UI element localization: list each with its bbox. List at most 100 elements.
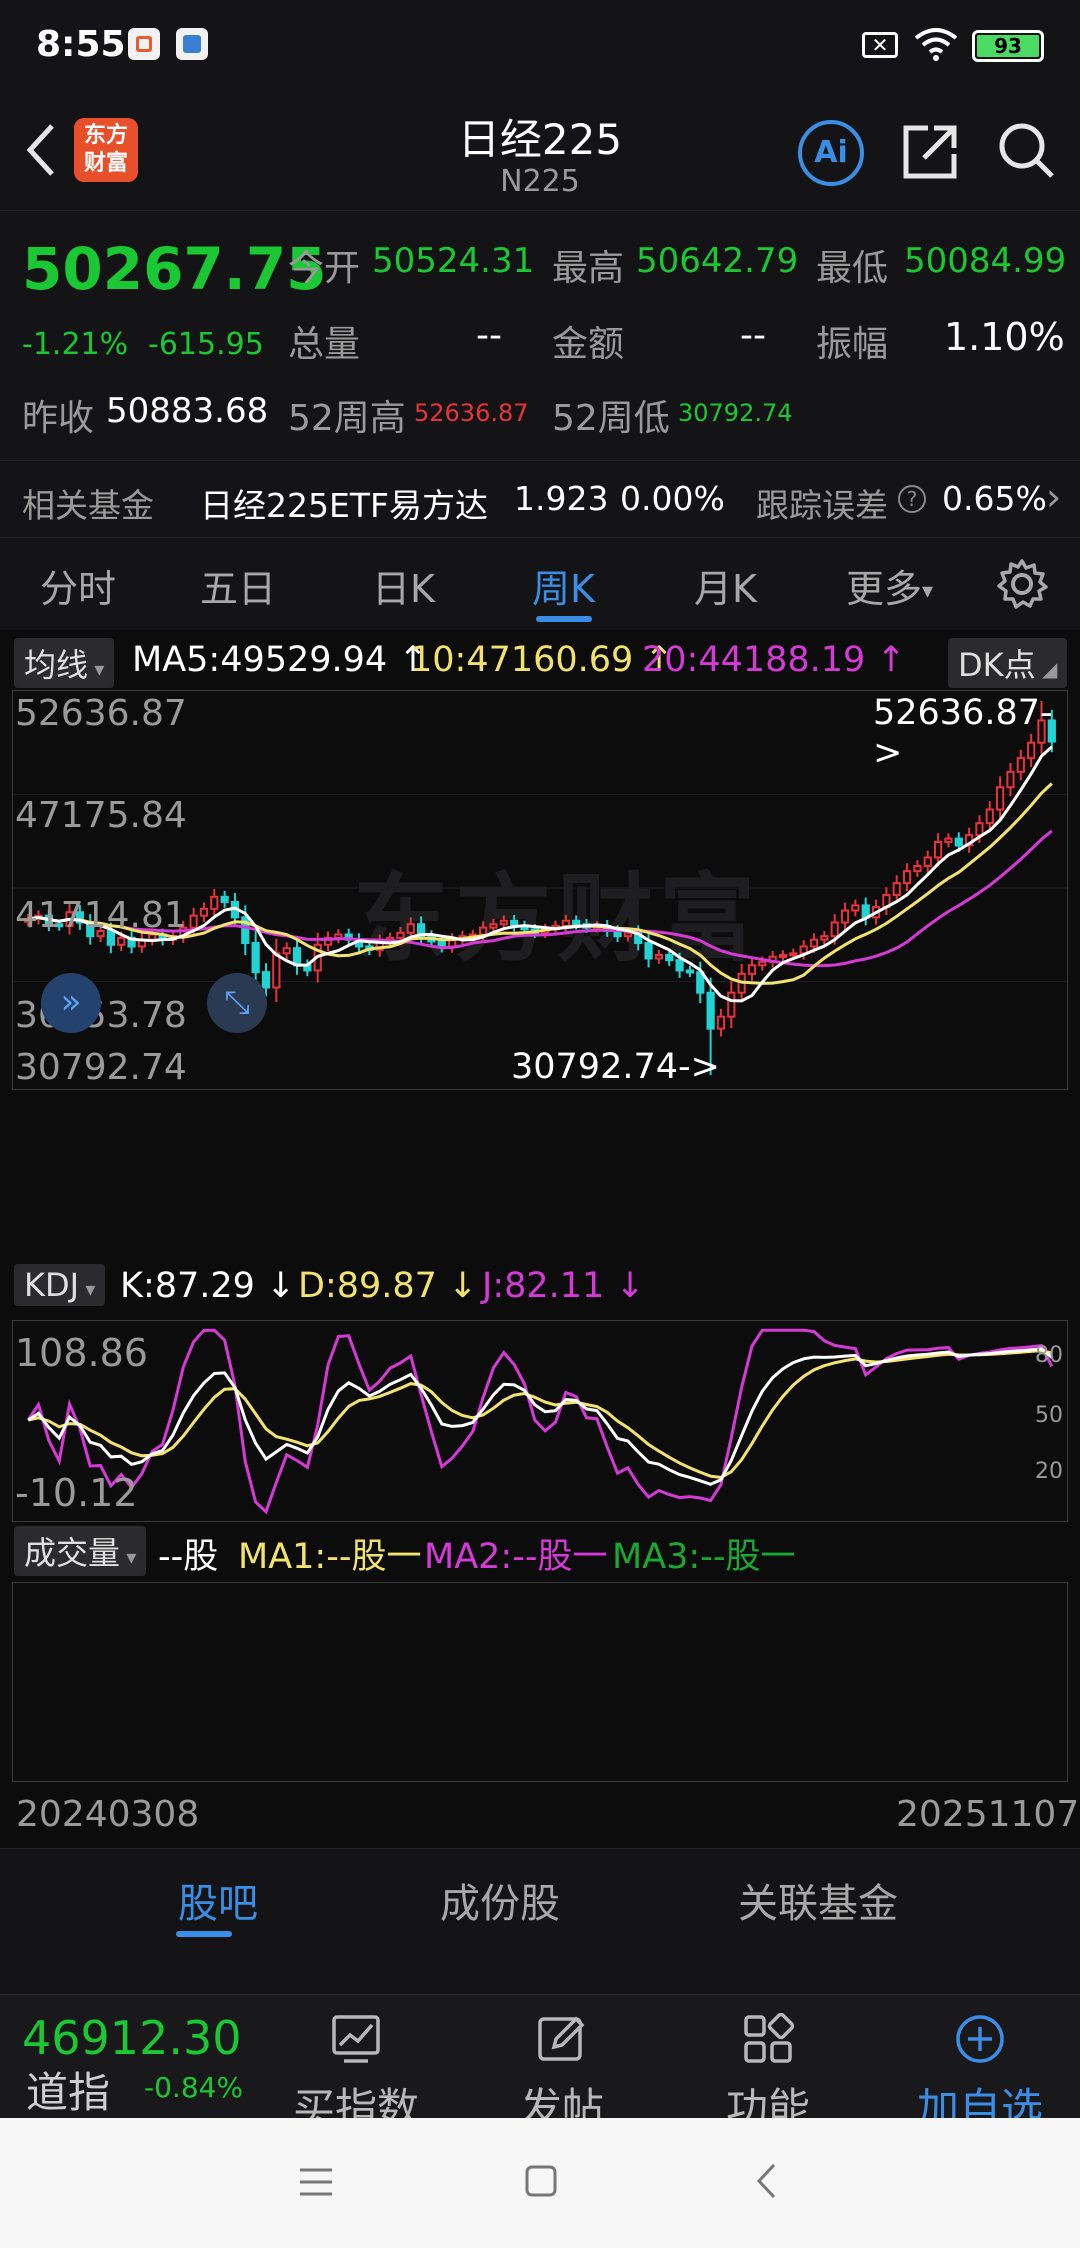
tab-monthly-k[interactable]: 月K xyxy=(694,558,757,613)
search-icon[interactable] xyxy=(996,120,1056,182)
tab-daily-k[interactable]: 日K xyxy=(372,558,435,613)
kdj-indicator-selector[interactable]: KDJ ▾ xyxy=(14,1264,106,1306)
current-price: 50267.75 xyxy=(22,235,327,303)
candle-body xyxy=(778,954,788,959)
fullscreen-icon[interactable]: ⤡ xyxy=(207,973,267,1033)
prev-close-label: 昨收 xyxy=(22,398,95,439)
grid-apps-icon xyxy=(744,2012,795,2063)
share-icon[interactable] xyxy=(900,122,960,182)
candle-body xyxy=(572,919,581,926)
candle-body xyxy=(985,808,994,825)
candle-body xyxy=(840,909,850,924)
volume-unit: --股 xyxy=(158,1537,219,1577)
candle-body xyxy=(623,931,632,938)
ma5-legend: MA5:49529.94 ↑ xyxy=(132,640,428,680)
candle-body xyxy=(282,947,291,955)
ai-assistant-button[interactable]: Ai xyxy=(798,120,864,186)
open-label: 今开 xyxy=(288,248,361,289)
fund-name[interactable]: 日经225ETF易方达 xyxy=(200,479,488,527)
candle-body xyxy=(820,935,829,941)
y-axis-label: 30792.74 xyxy=(15,1047,187,1088)
candle-body xyxy=(944,837,953,844)
change-amount: -615.95 xyxy=(148,327,264,362)
settings-gear-icon[interactable] xyxy=(996,558,1048,610)
tab-five-day[interactable]: 五日 xyxy=(200,558,276,613)
candle-body xyxy=(210,895,219,910)
status-time: 8:55 xyxy=(36,24,126,65)
candle-body xyxy=(261,971,271,989)
candle-body xyxy=(675,959,684,972)
candle-body xyxy=(809,938,819,948)
candle-body xyxy=(251,942,260,974)
tab-weekly-k[interactable]: 周K xyxy=(532,558,595,613)
prev-close-value: 50883.68 xyxy=(106,391,269,431)
tab-constituents[interactable]: 成份股 xyxy=(440,1871,560,1929)
date-start: 20240308 xyxy=(16,1794,200,1835)
trend-chart-icon xyxy=(332,2015,380,2063)
sim-off-icon: ✕ xyxy=(862,32,898,58)
min-price-marker: 30792.74-> xyxy=(511,1047,720,1087)
candlestick-panel[interactable]: 东方财富 52636.87 47175.84 41714.81 36253.78… xyxy=(12,690,1068,1090)
kdj-level-50: 50 xyxy=(1035,1403,1063,1428)
app-notification-icon xyxy=(128,28,160,60)
high-label: 最高 xyxy=(552,248,625,289)
y-axis-label: 52636.87 xyxy=(15,693,187,734)
max-price-marker: 52636.87-> xyxy=(873,693,1053,773)
volume-indicator-selector[interactable]: 成交量 ▾ xyxy=(14,1526,147,1576)
related-fund-row[interactable]: 相关基金 日经225ETF易方达 1.923 0.00% 跟踪误差 ? 0.65… xyxy=(0,460,1080,538)
low-label: 最低 xyxy=(816,248,889,289)
candle-body xyxy=(923,856,932,867)
add-circle-icon xyxy=(956,2015,1004,2063)
tab-related-funds[interactable]: 关联基金 xyxy=(738,1871,898,1929)
candle-body xyxy=(499,919,508,926)
ma10-legend: 10:47160.69 ↑ xyxy=(410,640,674,680)
expand-left-icon[interactable]: » xyxy=(41,973,101,1033)
tab-forum[interactable]: 股吧 xyxy=(178,1871,258,1929)
candle-body xyxy=(913,864,922,873)
candle-body xyxy=(706,991,715,1030)
battery-level: 93 xyxy=(977,35,1039,57)
home-icon[interactable] xyxy=(524,2164,558,2198)
caret-down-icon: ◢ xyxy=(1035,657,1058,681)
amount-value: -- xyxy=(740,315,766,356)
ma20-legend: 20:44188.19 ↑ xyxy=(642,640,906,680)
candle-body xyxy=(437,940,446,948)
volume-panel[interactable] xyxy=(12,1582,1068,1782)
candle-body xyxy=(1006,770,1015,789)
back-icon[interactable] xyxy=(754,2162,778,2200)
candle-body xyxy=(479,926,488,936)
dow-index-name[interactable]: 道指 xyxy=(26,2059,110,2120)
tab-more[interactable]: 更多▾ xyxy=(846,558,933,613)
candle-body xyxy=(189,914,198,929)
dow-index-change: -0.84% xyxy=(144,2071,244,2104)
period-tabs: 分时 五日 日K 周K 月K 更多▾ xyxy=(0,538,1080,630)
kdj-panel[interactable]: 108.86 -10.12 80 50 20 xyxy=(12,1320,1068,1522)
candle-body xyxy=(758,960,767,967)
kdj-j-legend: J:82.11 ↓ xyxy=(482,1266,645,1306)
amplitude-label: 振幅 xyxy=(816,324,889,365)
dk-point-button[interactable]: DK点 ◢ xyxy=(948,638,1068,688)
candle-body xyxy=(644,942,653,960)
caret-down-icon: ▾ xyxy=(120,1545,137,1569)
ma-indicator-selector[interactable]: 均线 ▾ xyxy=(14,638,115,688)
wifi-icon xyxy=(914,28,958,61)
tab-intraday[interactable]: 分时 xyxy=(40,558,116,613)
candle-body xyxy=(747,964,757,975)
active-tab-indicator xyxy=(176,1931,232,1937)
candle-body xyxy=(789,952,798,957)
kdj-k-legend: K:87.29 ↓ xyxy=(120,1266,296,1306)
menu-icon[interactable] xyxy=(298,2166,334,2198)
candle-body xyxy=(851,904,860,912)
app-header: 东方 财富 日经225 N225 Ai xyxy=(0,92,1080,210)
help-icon[interactable]: ? xyxy=(898,485,926,513)
high-value: 50642.79 xyxy=(636,241,799,281)
candle-body xyxy=(685,969,695,974)
caret-down-icon: ▾ xyxy=(79,1277,96,1301)
app-notification-icon xyxy=(176,28,208,60)
candle-body xyxy=(396,931,405,939)
candle-body xyxy=(830,921,839,938)
open-value: 50524.31 xyxy=(372,241,535,281)
dow-index-price[interactable]: 46912.30 xyxy=(22,2011,242,2065)
chevron-right-icon: › xyxy=(1046,475,1062,519)
wk52-high-value: 52636.87 xyxy=(414,399,529,427)
